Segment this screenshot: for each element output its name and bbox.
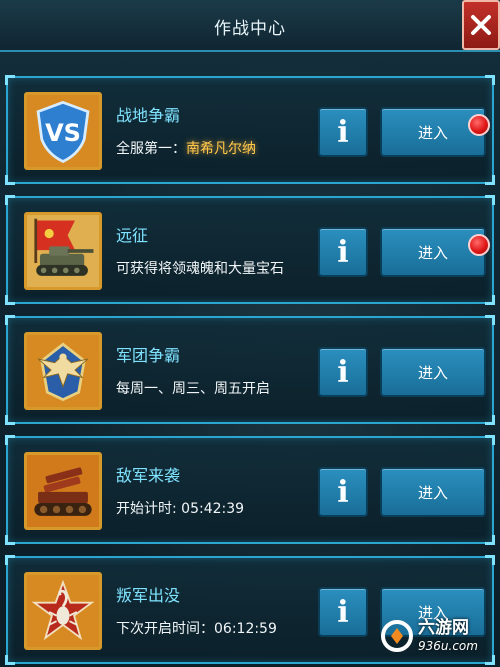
mission-card-enemy-raid: 敌军来袭 开始计时: 05:42:39 i 进入: [5, 435, 495, 545]
mission-description: 开始计时: 05:42:39: [116, 501, 245, 517]
mission-card-expedition: 远征 可获得将领魂魄和大量宝石 i 进入: [5, 195, 495, 305]
svg-text:VS: VS: [45, 119, 81, 147]
mission-title: 叛军出没: [116, 586, 181, 605]
top-player-name: 南希凡尔纳: [186, 141, 256, 157]
mission-title: 战地争霸: [116, 106, 181, 125]
mission-title: 远征: [116, 226, 149, 245]
notification-dot: [468, 234, 490, 256]
battle-center-screen: 作战中心 VS 战地争霸 全服第一：南希凡尔纳 i 进入 远征 可获得将领魂魄和…: [0, 0, 500, 667]
watermark-domain: 936u.com: [418, 639, 478, 653]
scorpion-star-icon: [24, 572, 102, 650]
mission-card-legion: 军团争霸 每周一、周三、周五开启 i 进入: [5, 315, 495, 425]
site-logo-icon: [381, 620, 413, 652]
watermark-main-text: 六游网: [418, 618, 469, 638]
enter-button[interactable]: 进入: [380, 467, 486, 517]
eagle-emblem-icon: [24, 332, 102, 410]
info-button[interactable]: i: [318, 227, 368, 277]
enter-button[interactable]: 进入: [380, 347, 486, 397]
mission-title: 敌军来袭: [116, 466, 181, 485]
info-button[interactable]: i: [318, 467, 368, 517]
info-button[interactable]: i: [318, 347, 368, 397]
rocket-vehicle-icon: [24, 452, 102, 530]
info-button[interactable]: i: [318, 587, 368, 637]
close-icon: [471, 15, 491, 35]
mission-title: 军团争霸: [116, 346, 181, 365]
mission-description: 每周一、周三、周五开启: [116, 381, 270, 397]
mission-description: 下次开启时间：06:12:59: [116, 621, 277, 637]
close-button[interactable]: [462, 0, 500, 50]
notification-dot: [468, 114, 490, 136]
info-button[interactable]: i: [318, 107, 368, 157]
header-bar: 作战中心: [0, 0, 500, 52]
mission-card-battlefield: VS 战地争霸 全服第一：南希凡尔纳 i 进入: [5, 75, 495, 185]
mission-description: 可获得将领魂魄和大量宝石: [116, 261, 284, 277]
page-title: 作战中心: [214, 19, 286, 39]
tank-flag-icon: [24, 212, 102, 290]
site-watermark: 六游网 936u.com: [380, 611, 492, 661]
vs-shield-icon: VS: [24, 92, 102, 170]
mission-description: 全服第一：南希凡尔纳: [116, 141, 256, 157]
